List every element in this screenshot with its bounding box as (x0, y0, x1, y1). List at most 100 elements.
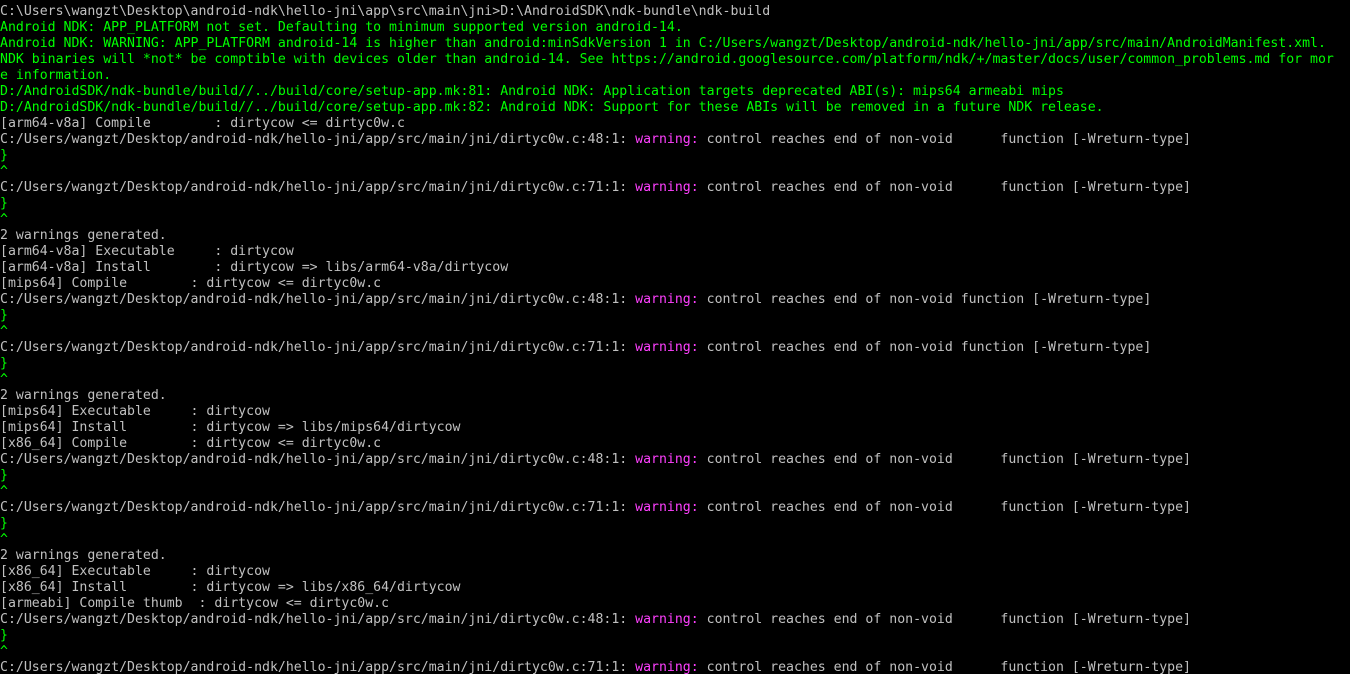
terminal-line: [armeabi] Compile thumb : dirtycow <= di… (0, 596, 1350, 612)
terminal-line: } (0, 628, 1350, 644)
terminal-text: ^ (0, 372, 8, 387)
terminal-line: ^ (0, 212, 1350, 228)
terminal-text: [arm64-v8a] Compile : dirtycow <= dirtyc… (0, 116, 405, 131)
terminal-text: control reaches end of non-void function… (698, 452, 1191, 467)
terminal-text: 2 warnings generated. (0, 548, 167, 563)
terminal-text: control reaches end of non-void function… (698, 292, 1152, 307)
terminal-line: D:/AndroidSDK/ndk-bundle/build//../build… (0, 100, 1350, 116)
terminal-text: [mips64] Install : dirtycow => libs/mips… (0, 420, 461, 435)
terminal-line: [mips64] Executable : dirtycow (0, 404, 1350, 420)
terminal-text: [mips64] Compile : dirtycow <= dirtyc0w.… (0, 276, 382, 291)
terminal-line: C:/Users/wangzt/Desktop/android-ndk/hell… (0, 180, 1350, 196)
terminal-line: [x86_64] Compile : dirtycow <= dirtyc0w.… (0, 436, 1350, 452)
terminal-text: } (0, 468, 8, 483)
terminal-text: ^ (0, 644, 8, 659)
terminal-line: [x86_64] Executable : dirtycow (0, 564, 1350, 580)
terminal-line: ^ (0, 644, 1350, 660)
terminal-output: C:\Users\wangzt\Desktop\android-ndk\hell… (0, 4, 1350, 674)
terminal-text: C:\Users\wangzt\Desktop\android-ndk\hell… (0, 4, 771, 19)
terminal-text: [mips64] Executable : dirtycow (0, 404, 270, 419)
terminal-text: ^ (0, 164, 8, 179)
terminal-text: C:/Users/wangzt/Desktop/android-ndk/hell… (0, 500, 636, 515)
terminal-text: [x86_64] Install : dirtycow => libs/x86_… (0, 580, 461, 595)
terminal-text: Android NDK: WARNING: APP_PLATFORM andro… (0, 36, 1326, 51)
terminal-text: D:/AndroidSDK/ndk-bundle/build//../build… (0, 100, 1104, 115)
terminal-text: control reaches end of non-void function… (698, 612, 1191, 627)
terminal-text: C:/Users/wangzt/Desktop/android-ndk/hell… (0, 132, 636, 147)
warning-label: warning: (635, 132, 699, 147)
terminal-text: control reaches end of non-void function… (698, 180, 1191, 195)
terminal-text: D:/AndroidSDK/ndk-bundle/build//../build… (0, 84, 1064, 99)
terminal-line: Android NDK: APP_PLATFORM not set. Defau… (0, 20, 1350, 36)
terminal-text: control reaches end of non-void function… (698, 132, 1191, 147)
terminal-line: [arm64-v8a] Install : dirtycow => libs/a… (0, 260, 1350, 276)
terminal-text: C:/Users/wangzt/Desktop/android-ndk/hell… (0, 452, 636, 467)
terminal-text: Android NDK: APP_PLATFORM not set. Defau… (0, 20, 683, 35)
terminal-line: } (0, 148, 1350, 164)
terminal-text: control reaches end of non-void function… (698, 660, 1191, 674)
terminal-line: } (0, 196, 1350, 212)
terminal-line: 2 warnings generated. (0, 548, 1350, 564)
terminal-line: C:/Users/wangzt/Desktop/android-ndk/hell… (0, 340, 1350, 356)
terminal-line: C:/Users/wangzt/Desktop/android-ndk/hell… (0, 132, 1350, 148)
terminal-text: C:/Users/wangzt/Desktop/android-ndk/hell… (0, 612, 636, 627)
warning-label: warning: (635, 180, 699, 195)
warning-label: warning: (635, 292, 699, 307)
terminal-text: } (0, 516, 8, 531)
terminal-line: 2 warnings generated. (0, 388, 1350, 404)
terminal-line: Android NDK: WARNING: APP_PLATFORM andro… (0, 36, 1350, 52)
terminal-line: } (0, 516, 1350, 532)
terminal-line: NDK binaries will *not* be comptible wit… (0, 52, 1350, 68)
terminal-text: 2 warnings generated. (0, 388, 167, 403)
terminal-text: ^ (0, 532, 8, 547)
warning-label: warning: (635, 340, 699, 355)
warning-label: warning: (635, 612, 699, 627)
warning-label: warning: (635, 500, 699, 515)
warning-label: warning: (635, 660, 699, 674)
terminal-text: ^ (0, 324, 8, 339)
terminal-line: C:/Users/wangzt/Desktop/android-ndk/hell… (0, 292, 1350, 308)
terminal-line: e information. (0, 68, 1350, 84)
terminal-text: C:/Users/wangzt/Desktop/android-ndk/hell… (0, 292, 636, 307)
terminal-line: } (0, 468, 1350, 484)
terminal-line: [mips64] Install : dirtycow => libs/mips… (0, 420, 1350, 436)
terminal-text: 2 warnings generated. (0, 228, 167, 243)
terminal-text: } (0, 308, 8, 323)
terminal-line: [mips64] Compile : dirtycow <= dirtyc0w.… (0, 276, 1350, 292)
terminal-line: ^ (0, 532, 1350, 548)
terminal-text: } (0, 148, 8, 163)
terminal-line: ^ (0, 164, 1350, 180)
terminal-text: [x86_64] Compile : dirtycow <= dirtyc0w.… (0, 436, 382, 451)
terminal-line: ^ (0, 484, 1350, 500)
terminal-text: ^ (0, 484, 8, 499)
terminal-text: [arm64-v8a] Executable : dirtycow (0, 244, 294, 259)
terminal-line: C:/Users/wangzt/Desktop/android-ndk/hell… (0, 500, 1350, 516)
terminal-line: [arm64-v8a] Executable : dirtycow (0, 244, 1350, 260)
terminal-line: ^ (0, 324, 1350, 340)
terminal-line: } (0, 308, 1350, 324)
terminal-line: C:/Users/wangzt/Desktop/android-ndk/hell… (0, 612, 1350, 628)
terminal-line: [arm64-v8a] Compile : dirtycow <= dirtyc… (0, 116, 1350, 132)
terminal-text: } (0, 628, 8, 643)
terminal-text: ^ (0, 212, 8, 227)
terminal-text: [arm64-v8a] Install : dirtycow => libs/a… (0, 260, 509, 275)
terminal-window[interactable]: C:\Users\wangzt\Desktop\android-ndk\hell… (0, 0, 1350, 674)
terminal-line: C:/Users/wangzt/Desktop/android-ndk/hell… (0, 660, 1350, 674)
terminal-text: [armeabi] Compile thumb : dirtycow <= di… (0, 596, 390, 611)
terminal-text: e information. (0, 68, 112, 83)
terminal-text: } (0, 196, 8, 211)
terminal-line: D:/AndroidSDK/ndk-bundle/build//../build… (0, 84, 1350, 100)
terminal-line: } (0, 356, 1350, 372)
warning-label: warning: (635, 452, 699, 467)
terminal-line: ^ (0, 372, 1350, 388)
terminal-text: control reaches end of non-void function… (698, 340, 1152, 355)
terminal-text: control reaches end of non-void function… (698, 500, 1191, 515)
terminal-line: [x86_64] Install : dirtycow => libs/x86_… (0, 580, 1350, 596)
terminal-text: NDK binaries will *not* be comptible wit… (0, 52, 1334, 67)
terminal-line: C:/Users/wangzt/Desktop/android-ndk/hell… (0, 452, 1350, 468)
terminal-text: C:/Users/wangzt/Desktop/android-ndk/hell… (0, 660, 636, 674)
terminal-line: C:\Users\wangzt\Desktop\android-ndk\hell… (0, 4, 1350, 20)
terminal-text: [x86_64] Executable : dirtycow (0, 564, 270, 579)
terminal-text: } (0, 356, 8, 371)
terminal-text: C:/Users/wangzt/Desktop/android-ndk/hell… (0, 180, 636, 195)
